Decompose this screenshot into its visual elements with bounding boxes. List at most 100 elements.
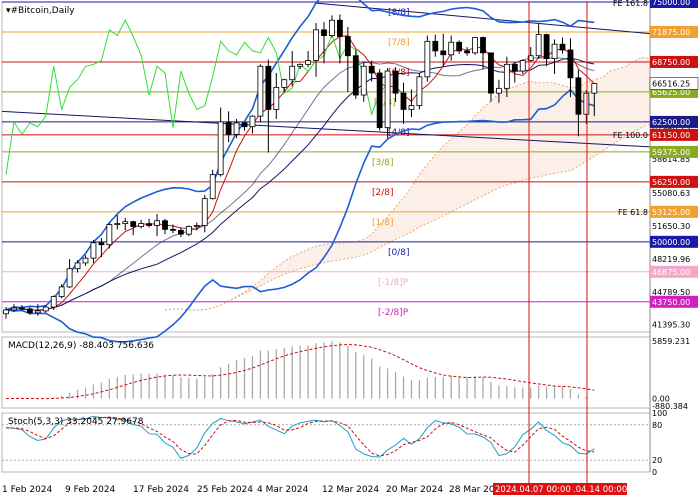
candle-body: [146, 223, 153, 226]
candle-body: [82, 257, 89, 264]
candle-body: [34, 310, 41, 314]
candle-body: [480, 37, 486, 54]
stoch-scale-label: 0: [652, 468, 657, 477]
candle-body: [305, 60, 312, 65]
current-price-label: 66516.25: [652, 79, 690, 88]
candle-body: [3, 309, 9, 315]
candle-body: [114, 223, 121, 225]
candle: [424, 35, 431, 82]
candle-body: [488, 52, 494, 94]
price-badge-label: 46875.00: [652, 268, 690, 277]
price-tick-label: 48219.96: [652, 255, 690, 264]
candle-body: [26, 308, 33, 314]
price-tick-label: 51650.30: [652, 222, 690, 231]
highlight-date-label: 2024.04.07 00:00: [495, 485, 571, 495]
stoch-scale-label: 100: [652, 409, 667, 418]
fibo-label: FE 100.0: [613, 131, 648, 140]
candle-body: [154, 220, 160, 226]
candle-body: [456, 41, 463, 52]
murrey-level-label: [-2/8]P: [378, 308, 409, 318]
candle-body: [209, 174, 216, 200]
fibo-label: FE 161.8: [613, 0, 648, 8]
candle-body: [535, 34, 542, 57]
candle-body: [336, 19, 343, 37]
stoch-scale-label: 80: [652, 421, 662, 430]
highlight-date-label: .04.14 00:00: [573, 485, 627, 495]
time-axis-label: 1 Feb 2024: [2, 485, 53, 495]
candle-body: [559, 43, 566, 51]
price-badge-label: 62500.00: [652, 118, 690, 127]
candle-body: [162, 220, 168, 230]
price-tick-label: 44789.50: [652, 288, 690, 297]
candle-body: [130, 221, 137, 227]
candle-body: [503, 63, 510, 89]
murrey-level-label: [1/8]: [372, 218, 394, 228]
price-tick-label: 55080.63: [652, 189, 690, 198]
candle-body: [257, 65, 264, 117]
candle: [257, 64, 264, 122]
candle-body: [408, 105, 415, 110]
candle-body: [11, 307, 17, 311]
chart-canvas: [8/8][7/8][6/8][5/8][4/8][3/8][2/8][1/8]…: [1, 0, 699, 495]
candle-body: [193, 225, 200, 227]
candle-body: [185, 226, 192, 235]
price-tick-label: 41395.30: [652, 320, 690, 329]
candle: [209, 169, 216, 200]
murrey-level-label: [3/8]: [372, 158, 394, 168]
fibo-label: FE 61.8: [618, 208, 648, 217]
candle-body: [591, 83, 598, 94]
candle-body: [42, 306, 49, 312]
candle-body: [106, 224, 113, 246]
time-axis-label: 17 Feb 2024: [133, 485, 189, 495]
candle-body: [281, 79, 288, 88]
candle-body: [297, 63, 304, 67]
candle-body: [138, 223, 145, 227]
candle-body: [98, 242, 105, 246]
candle-body: [18, 307, 25, 310]
candle-body: [50, 296, 57, 308]
candle: [106, 222, 113, 249]
candle-body: [567, 49, 574, 79]
candle: [185, 225, 192, 237]
candle: [376, 69, 383, 131]
price-badge-label: 43750.00: [652, 298, 690, 307]
candle-body: [511, 63, 518, 72]
candle-body: [416, 76, 423, 107]
candle-body: [313, 29, 319, 61]
murrey-level-label: [2/8]: [372, 188, 394, 198]
candle-body: [368, 65, 375, 74]
price-badge-label: 71875.00: [652, 28, 690, 37]
candle-body: [170, 228, 176, 231]
price-badge-label: 50000.00: [652, 238, 690, 247]
candle-body: [440, 50, 447, 56]
candle-body: [352, 55, 359, 96]
stoch-scale-label: 20: [652, 456, 662, 465]
price-badge-label: 68750.00: [652, 58, 690, 67]
candle-body: [360, 65, 367, 96]
candle-body: [519, 60, 526, 72]
time-axis-label: 25 Feb 2024: [197, 485, 253, 495]
stoch-label: Stoch(5,3,3) 33.2045 27.9678: [8, 417, 144, 427]
candle-body: [400, 92, 407, 110]
candle-body: [90, 242, 97, 259]
price-badge-label: 53125.00: [652, 208, 690, 217]
candle-body: [575, 77, 582, 115]
candle-body: [74, 262, 81, 270]
candle-body: [344, 36, 351, 57]
candle-body: [265, 65, 272, 110]
price-badge-label: 75000.00: [652, 0, 690, 7]
time-axis-label: 12 Mar 2024: [322, 485, 379, 495]
candle-body: [583, 92, 590, 115]
candle-body: [392, 70, 399, 94]
candle: [352, 49, 359, 99]
candle-body: [495, 87, 502, 94]
candle-body: [329, 19, 335, 36]
candle: [384, 68, 391, 139]
candle-body: [241, 122, 248, 128]
symbol-label: ▾#Bitcoin,Daily: [6, 6, 75, 16]
candle-body: [177, 229, 184, 235]
candle-body: [233, 122, 240, 135]
murrey-level-label: [-1/8]P: [378, 278, 409, 288]
price-badge-label: 61150.00: [652, 131, 690, 140]
time-axis-label: 9 Feb 2024: [65, 485, 116, 495]
